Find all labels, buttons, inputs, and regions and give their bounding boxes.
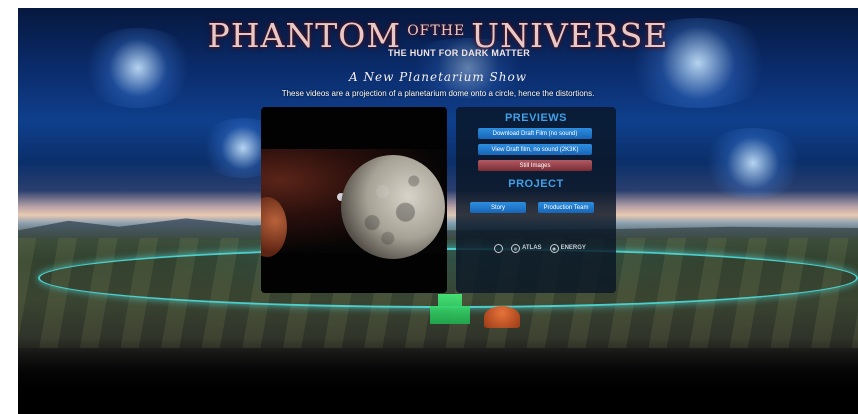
title-phantom: PHANTOM	[207, 16, 402, 55]
background-scene: PHANTOM OFTHE UNIVERSE THE HUNT FOR DARK…	[18, 8, 858, 414]
moon-image	[341, 155, 445, 259]
video-frame	[261, 149, 447, 259]
story-button[interactable]: Story	[470, 202, 526, 213]
production-team-button[interactable]: Production Team	[538, 202, 594, 213]
subtitle: THE HUNT FOR DARK MATTER	[388, 48, 531, 58]
still-images-button[interactable]: Still Images	[478, 160, 592, 171]
title-the: THE	[430, 23, 466, 39]
starfield-glow	[698, 128, 808, 198]
menu-panel: PREVIEWS Download Draft Film (no sound) …	[456, 107, 616, 293]
bottom-fade	[18, 338, 858, 414]
previews-heading: PREVIEWS	[504, 112, 568, 124]
projection-note: These videos are a projection of a plane…	[281, 89, 595, 98]
seal-logo	[494, 243, 503, 253]
partner-logos: ◎ ATLAS ◉ ENERGY	[494, 241, 586, 255]
view-draft-film-button[interactable]: View Draft film, no sound (2K3K)	[478, 144, 592, 155]
planet-image	[261, 197, 287, 257]
download-draft-film-button[interactable]: Download Draft Film (no sound)	[478, 128, 592, 139]
atlas-logo: ◎ ATLAS	[511, 243, 542, 253]
video-player[interactable]	[261, 107, 447, 293]
title-of: OF	[407, 23, 431, 39]
project-heading: PROJECT	[508, 178, 564, 190]
energy-logo: ◉ ENERGY	[549, 243, 586, 253]
show-name: A New Planetarium Show	[349, 70, 527, 84]
globe-building	[484, 306, 520, 328]
